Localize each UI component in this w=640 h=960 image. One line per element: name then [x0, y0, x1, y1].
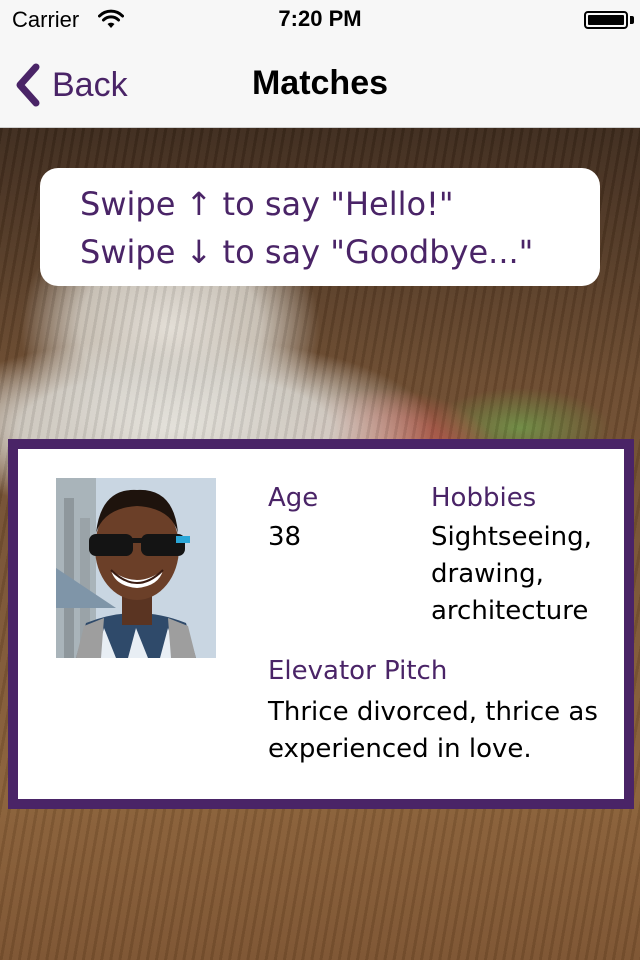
- page-title: Matches: [251, 64, 389, 102]
- battery-level: [588, 15, 624, 25]
- swipe-up-instruction: Swipe ↑ to say "Hello!": [80, 185, 454, 223]
- battery-tip: [630, 16, 634, 24]
- elevator-pitch-label: Elevator Pitch: [268, 656, 448, 686]
- match-profile-card[interactable]: Age 38 Hobbies Sightseeing, drawing, arc…: [8, 439, 634, 809]
- status-time: 7:20 PM: [278, 6, 362, 31]
- status-bar: Carrier 7:20 PM: [0, 0, 640, 40]
- age-label: Age: [268, 483, 319, 513]
- hobbies-label: Hobbies: [431, 483, 537, 513]
- profile-photo: [56, 478, 216, 658]
- battery-icon: [584, 11, 628, 29]
- hobbies-value: Sightseeing, drawing, architecture: [431, 522, 592, 626]
- elevator-pitch-value: Thrice divorced, thrice as experienced i…: [268, 697, 598, 764]
- swipe-instructions: Swipe ↑ to say "Hello!" Swipe ↓ to say "…: [40, 168, 600, 286]
- navigation-bar: Back Matches: [0, 40, 640, 128]
- swipe-down-instruction: Swipe ↓ to say "Goodbye...": [80, 233, 534, 271]
- age-value: 38: [268, 522, 302, 552]
